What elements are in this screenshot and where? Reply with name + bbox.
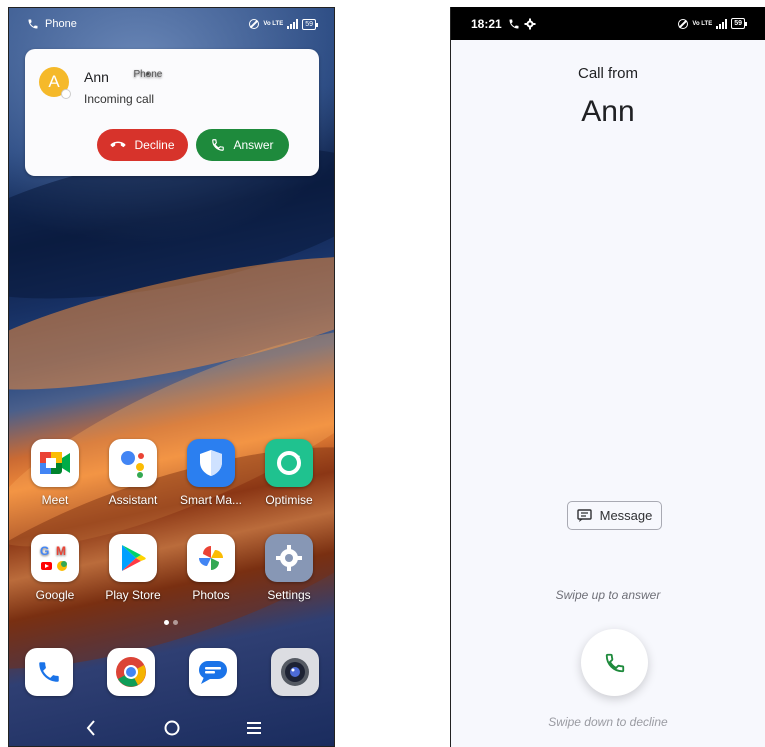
caller-name: Ann (84, 69, 109, 85)
home-icon (164, 720, 180, 736)
swipe-down-hint: Swipe down to decline (548, 715, 668, 729)
app-photos[interactable]: Photos (172, 534, 250, 602)
call-badge-icon (61, 89, 71, 99)
notification-title: Ann • Phone (84, 69, 162, 85)
recents-button[interactable] (242, 716, 266, 740)
phone-icon (605, 653, 624, 672)
signal-icon (287, 19, 299, 29)
optimise-icon (265, 439, 313, 487)
phone-icon[interactable] (25, 648, 73, 696)
answer-label: Answer (233, 138, 274, 152)
app-label: Google (35, 588, 75, 602)
incoming-call-screen: 18:21 Vo LTE 59 Call from Ann Message Sw… (450, 7, 765, 747)
battery-icon: 59 (731, 18, 747, 29)
chrome-icon[interactable] (107, 648, 155, 696)
app-label: Assistant (108, 493, 158, 507)
photos-icon (187, 534, 235, 582)
page-dot (164, 620, 169, 625)
notification-app-name: Phone (133, 69, 163, 80)
app-label: Smart Ma... (179, 493, 242, 507)
menu-icon (247, 722, 261, 734)
play-store-icon (109, 534, 157, 582)
app-assistant[interactable]: Assistant (94, 439, 172, 507)
status-time: 18:21 (471, 16, 502, 31)
signal-icon (716, 18, 728, 29)
navigation-bar (9, 708, 334, 746)
incoming-call-notification[interactable]: A Ann • Phone Incoming call Decline Answ… (25, 49, 319, 176)
app-smart-manager[interactable]: Smart Ma... (172, 439, 250, 507)
phone-call-icon (509, 19, 519, 28)
phone-call-icon (28, 19, 38, 29)
app-label: Meet (41, 493, 69, 507)
message-icon (576, 508, 592, 522)
svg-text:M: M (56, 544, 66, 558)
back-button[interactable] (79, 716, 103, 740)
back-icon (86, 720, 95, 736)
google-folder-icon: G M (31, 534, 79, 582)
home-screen: Phone Vo LTE 59 A Ann • Phone Incoming c… (8, 7, 335, 747)
volte-indicator: Vo LTE (263, 21, 284, 27)
app-meet[interactable]: Meet (16, 439, 94, 507)
svg-text:G: G (40, 544, 49, 558)
message-label: Message (599, 508, 653, 523)
phone-icon (212, 139, 225, 151)
gear-icon (524, 18, 536, 29)
status-bar: Phone Vo LTE 59 (9, 8, 334, 40)
volte-indicator: Vo LTE (692, 20, 713, 27)
nfc-icon (678, 18, 689, 29)
assistant-icon (109, 439, 157, 487)
nfc-icon (249, 19, 260, 29)
message-button[interactable]: Message (567, 501, 662, 530)
page-indicator (164, 620, 178, 625)
hang-up-icon (110, 141, 127, 148)
answer-button[interactable]: Answer (196, 129, 289, 161)
battery-icon: 59 (302, 18, 318, 30)
app-optimise[interactable]: Optimise (250, 439, 328, 507)
status-app-label: Phone (45, 18, 77, 30)
app-label: Settings (267, 588, 311, 602)
meet-icon (31, 439, 79, 487)
home-button[interactable] (160, 716, 184, 740)
app-label: Play Store (105, 588, 161, 602)
app-label: Optimise (265, 493, 313, 507)
dock (9, 648, 334, 700)
status-icons: Vo LTE 59 (249, 18, 318, 30)
camera-icon[interactable] (271, 648, 319, 696)
messages-icon[interactable] (189, 648, 237, 696)
app-google-folder[interactable]: G M Google (16, 534, 94, 602)
status-bar: 18:21 Vo LTE 59 (451, 7, 765, 40)
settings-icon (265, 534, 313, 582)
decline-button[interactable]: Decline (97, 129, 188, 161)
page-dot (173, 620, 178, 625)
decline-label: Decline (134, 138, 175, 152)
app-settings[interactable]: Settings (250, 534, 328, 602)
swipe-up-hint: Swipe up to answer (555, 588, 661, 602)
status-icons: Vo LTE 59 (678, 18, 747, 29)
caller-name: Ann (581, 95, 635, 128)
app-play-store[interactable]: Play Store (94, 534, 172, 602)
notification-subtitle: Incoming call (84, 92, 155, 106)
app-label: Photos (192, 588, 230, 602)
smart-manager-icon (187, 439, 235, 487)
call-from-label: Call from (577, 65, 638, 82)
answer-swipe-handle[interactable] (581, 629, 648, 696)
